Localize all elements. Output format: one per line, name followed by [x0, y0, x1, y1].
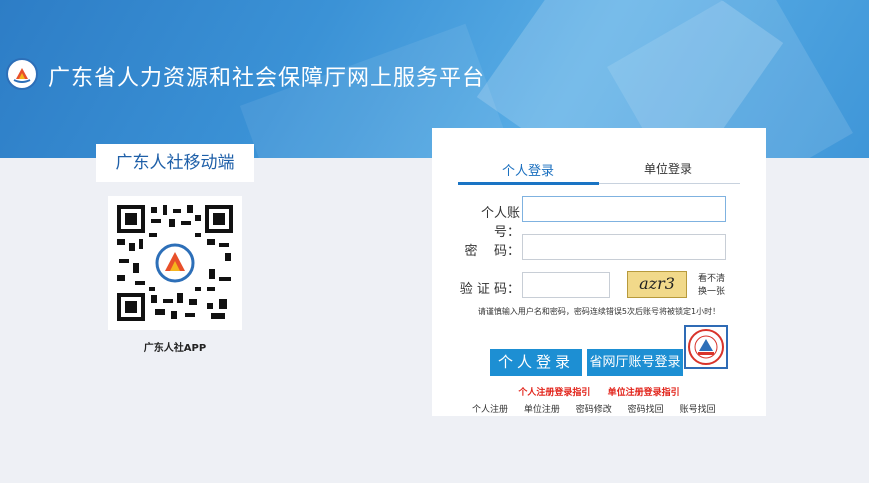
captcha-image[interactable]: azr3 [627, 271, 687, 298]
captcha-text: azr3 [639, 274, 675, 293]
captcha-refresh-link[interactable]: 看不清换一张 [698, 273, 730, 299]
account-input[interactable] [522, 196, 726, 222]
login-panel: 个人登录 单位登录 个人账号： 密 码： 验 证 码： azr3 看不清换一张 … [432, 128, 766, 416]
app-label: 广东人社APP [143, 343, 207, 354]
unit-register-link[interactable]: 单位注册 [524, 405, 560, 415]
gov-account-login-button[interactable]: 省网厅账号登录 [587, 349, 683, 376]
account-links: 个人注册 单位注册 密码修改 密码找回 账号找回 [472, 402, 762, 415]
site-title: 广东省人力资源和社会保障厅网上服务平台 [48, 66, 486, 91]
account-label: 个人账号： [480, 206, 520, 240]
tab-active-indicator [458, 182, 599, 185]
qr-code-icon [108, 196, 242, 330]
unit-register-guide-link[interactable]: 单位注册登录指引 [608, 388, 680, 398]
seal-icon [684, 325, 728, 369]
password-recover-link[interactable]: 密码找回 [628, 405, 664, 415]
personal-register-guide-link[interactable]: 个人注册登录指引 [518, 388, 590, 398]
captcha-label: 验 证 码： [459, 282, 520, 297]
login-hint: 请谨慎输入用户名和密码，密码连续错误5次后账号将被锁定1小时！ [477, 307, 721, 316]
account-recover-link[interactable]: 账号找回 [680, 405, 716, 415]
tab-unit-login[interactable]: 单位登录 [598, 160, 738, 177]
password-input[interactable] [522, 234, 726, 260]
hrss-logo-icon [6, 58, 38, 90]
tab-personal-login[interactable]: 个人登录 [458, 160, 598, 179]
captcha-input[interactable] [522, 272, 610, 298]
personal-login-button[interactable]: 个人登录 [490, 349, 582, 376]
password-change-link[interactable]: 密码修改 [576, 405, 612, 415]
password-label: 密 码： [464, 244, 520, 259]
personal-register-link[interactable]: 个人注册 [472, 405, 508, 415]
mobile-app-tab[interactable]: 广东人社移动端 [96, 144, 254, 182]
register-guides: 个人注册登录指引 单位注册登录指引 [432, 385, 766, 398]
